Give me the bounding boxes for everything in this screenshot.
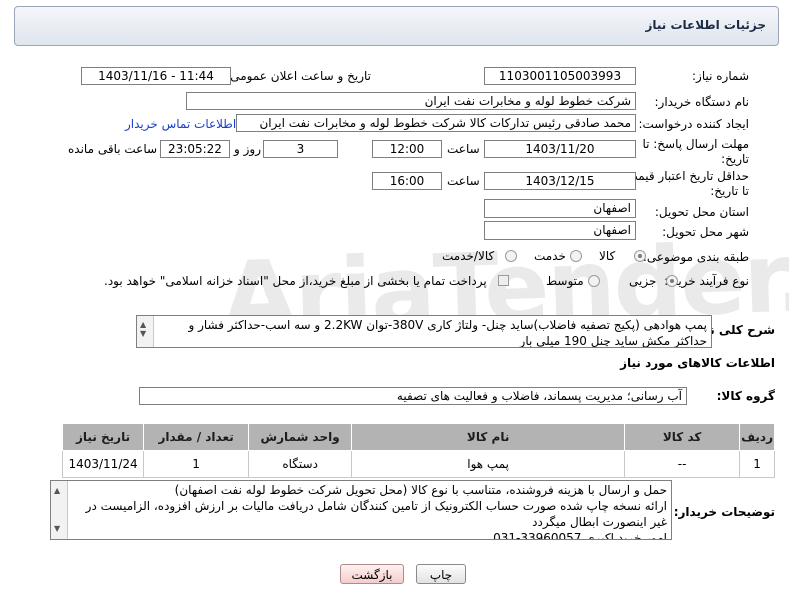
price-validity-label-text: حداقل تاریخ اعتبار قیمت: تا تاریخ:	[622, 169, 749, 198]
reply-deadline-date: 1403/11/20	[484, 140, 636, 158]
announce-datetime-field: 1403/11/16 - 11:44	[81, 67, 231, 85]
header-panel: جزئیات اطلاعات نیاز	[14, 6, 779, 46]
scroll-down-icon[interactable]: ▼	[54, 521, 60, 537]
col-qty-header: تعداد / مقدار	[143, 423, 250, 451]
cell-qty: 1	[143, 450, 250, 478]
items-table: ردیف کد کالا نام کالا واحد شمارش تعداد /…	[61, 423, 775, 478]
buyer-notes-label: توضیحات خریدار:	[673, 505, 775, 519]
announce-datetime-label: تاریخ و ساعت اعلان عمومی:	[226, 69, 371, 83]
reply-days-label: روز و	[234, 142, 261, 156]
requester-field: محمد صادقی رئیس تدارکات کالا شرکت خطوط ل…	[236, 114, 636, 132]
col-name-header: نام کالا	[351, 423, 626, 451]
category-option-service: خدمت	[534, 249, 566, 263]
category-radio-goods[interactable]	[634, 250, 646, 262]
reply-days-field: 3	[263, 140, 338, 158]
buyer-notes-line: حمل و ارسال با هزینه فروشنده، متناسب با …	[174, 483, 667, 497]
category-option-goods-service: کالا/خدمت	[442, 249, 495, 263]
purchase-option-medium: متوسط	[546, 274, 584, 288]
buyer-notes-scrollbar[interactable]: ▲ ▼	[51, 481, 68, 539]
remaining-time-field: 23:05:22	[160, 140, 230, 158]
reply-deadline-label-text: مهلت ارسال پاسخ: تا تاریخ:	[642, 137, 749, 166]
category-radio-service[interactable]	[570, 250, 582, 262]
goods-info-title: اطلاعات کالاهای مورد نیاز	[620, 356, 775, 370]
description-text: پمپ هوادهی (پکیج تصفیه فاضلاب)ساید چنل- …	[188, 318, 707, 348]
col-date-header: تاریخ نیاز	[61, 423, 145, 451]
treasury-payment-checkbox[interactable]	[498, 275, 509, 286]
col-code-header: کد کالا	[624, 423, 741, 451]
price-validity-time-label: ساعت	[447, 174, 480, 188]
reply-time-label: ساعت	[447, 142, 480, 156]
scroll-down-icon[interactable]: ▼	[140, 326, 146, 342]
cell-name: پمپ هوا	[351, 450, 626, 478]
price-validity-date: 1403/12/15	[484, 172, 636, 190]
reply-deadline-time: 12:00	[372, 140, 442, 158]
need-number-field: 1103001105003993	[484, 67, 636, 85]
cell-date: 1403/11/24	[61, 450, 145, 478]
buyer-org-label: نام دستگاه خریدار:	[654, 95, 750, 109]
reply-deadline-label: مهلت ارسال پاسخ: تا تاریخ:	[639, 137, 749, 167]
table-row: 1 -- پمپ هوا دستگاه 1 1403/11/24	[61, 450, 775, 478]
price-validity-time: 16:00	[372, 172, 442, 190]
table-header-row: ردیف کد کالا نام کالا واحد شمارش تعداد /…	[61, 423, 775, 451]
cell-code: --	[624, 450, 741, 478]
print-button[interactable]: چاپ	[416, 564, 466, 584]
buyer-notes-line: ارائه نسخه چاپ شده صورت حساب الکترونیک ا…	[85, 499, 667, 529]
remaining-time-label: ساعت باقی مانده	[68, 142, 158, 156]
category-radio-goods-service[interactable]	[505, 250, 517, 262]
delivery-province-label: استان محل تحویل:	[654, 205, 749, 219]
description-scrollbar[interactable]: ▲ ▼	[137, 316, 154, 347]
purchase-option-minor: جزیی	[629, 274, 657, 288]
delivery-city-field: اصفهان	[484, 221, 636, 240]
col-unit-header: واحد شمارش	[248, 423, 353, 451]
goods-group-label: گروه کالا:	[716, 389, 775, 403]
buyer-notes-textarea[interactable]: ▲ ▼ حمل و ارسال با هزینه فروشنده، متناسب…	[50, 480, 672, 540]
back-button[interactable]: بازگشت	[340, 564, 404, 584]
delivery-province-field: اصفهان	[484, 199, 636, 218]
delivery-city-label: شهر محل تحویل:	[662, 225, 749, 239]
need-number-label: شماره نیاز:	[692, 69, 749, 83]
category-label: طبقه بندی موضوعی:	[642, 250, 749, 264]
buyer-contact-link[interactable]: اطلاعات تماس خریدار	[125, 117, 236, 131]
cell-row-number: 1	[739, 450, 775, 478]
requester-label: ایجاد کننده درخواست:	[638, 117, 749, 131]
category-option-goods: کالا	[599, 249, 616, 263]
purchase-radio-minor[interactable]	[666, 275, 678, 287]
purchase-radio-medium[interactable]	[588, 275, 600, 287]
description-textarea[interactable]: ▲ ▼ پمپ هوادهی (پکیج تصفیه فاضلاب)ساید چ…	[136, 315, 712, 348]
page-title: جزئیات اطلاعات نیاز	[645, 18, 766, 32]
buyer-org-field: شرکت خطوط لوله و مخابرات نفت ایران	[186, 92, 636, 110]
col-row-header: ردیف	[739, 423, 775, 451]
treasury-payment-note: پرداخت تمام یا بخشی از مبلغ خرید،از محل …	[104, 274, 487, 288]
cell-unit: دستگاه	[248, 450, 353, 478]
goods-group-field: آب رسانی؛ مدیریت پسماند، فاضلاب و فعالیت…	[139, 387, 687, 405]
scroll-up-icon[interactable]: ▲	[54, 483, 60, 499]
buyer-notes-line: امور خرید اکبری 33960057-031	[493, 531, 667, 540]
